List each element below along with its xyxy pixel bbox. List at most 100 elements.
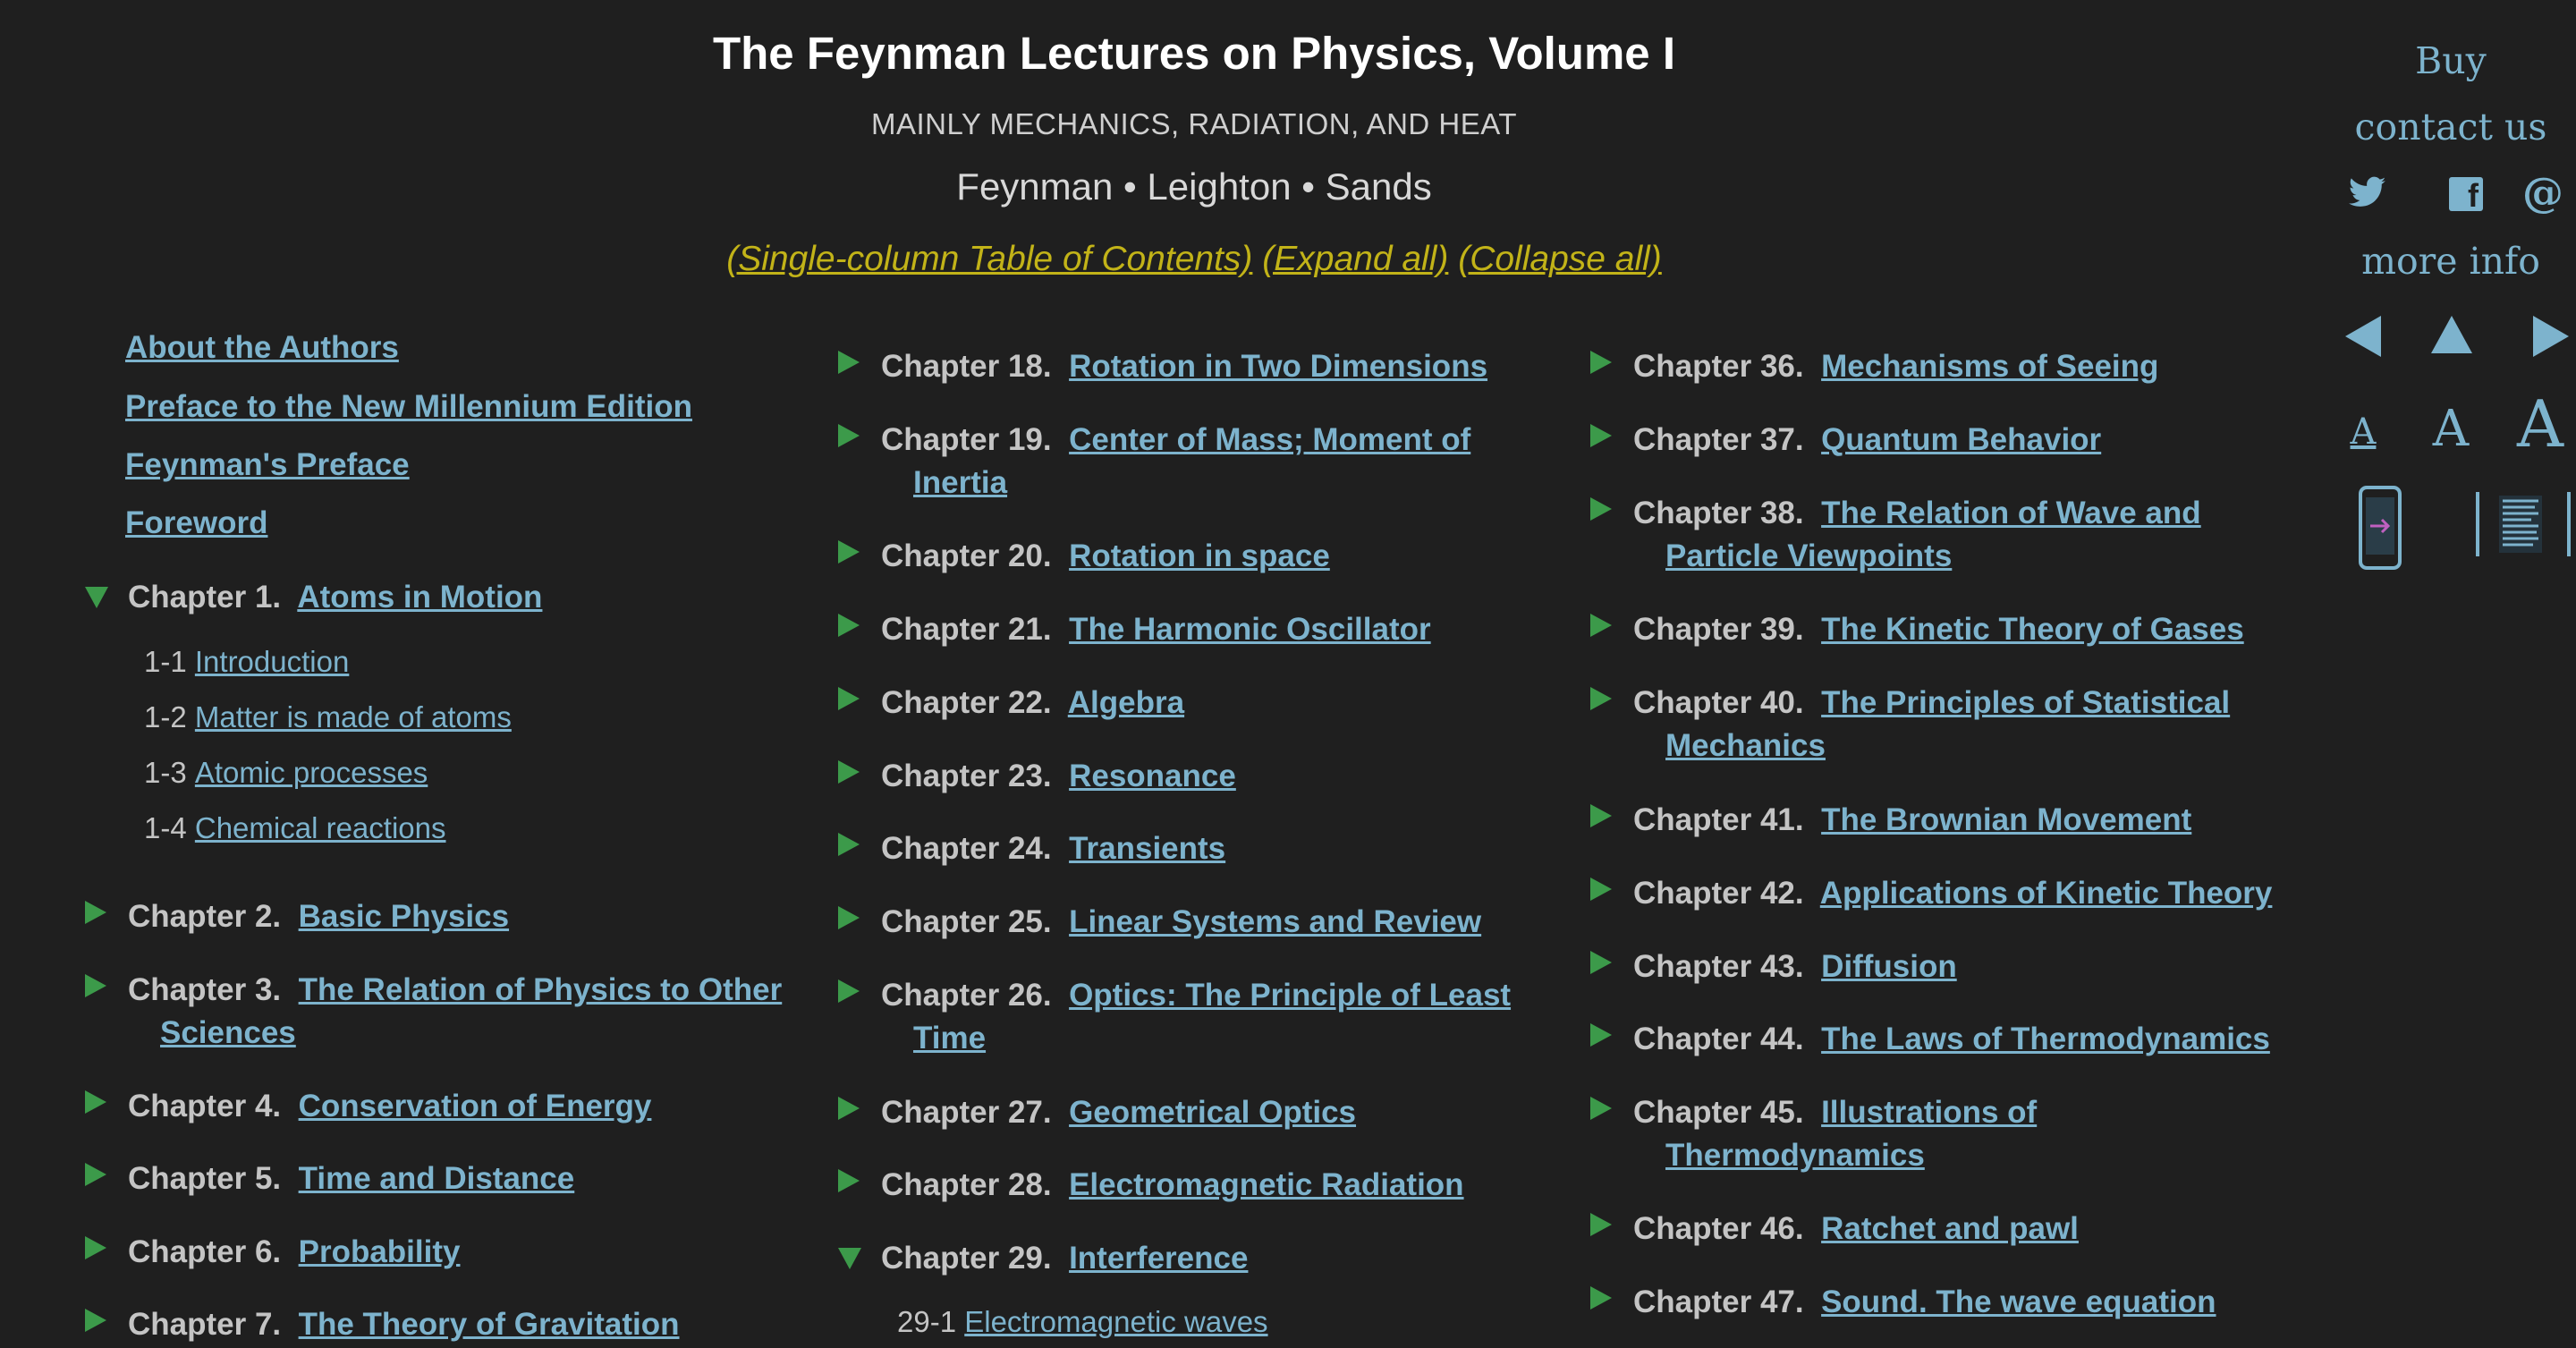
chapter-title-link[interactable]: Applications of Kinetic Theory [1820, 876, 2273, 911]
chapter-title-link[interactable]: The Laws of Thermodynamics [1821, 1022, 2270, 1056]
chapter-title-link[interactable]: Probability [299, 1234, 461, 1269]
chapter-title-link[interactable]: Transients [1069, 831, 1225, 866]
chapter-title-link[interactable]: The Relation of Physics to Other [299, 972, 783, 1007]
expand-triangle-icon[interactable] [838, 424, 860, 447]
expand-triangle-icon[interactable] [838, 1169, 860, 1192]
chapter-number: Chapter 5. [128, 1161, 282, 1196]
chapter-title-link[interactable]: The Harmonic Oscillator [1069, 612, 1431, 647]
expand-triangle-icon[interactable] [838, 351, 860, 374]
chapter-title-link[interactable]: Interference [1069, 1241, 1248, 1276]
chapter-title-link[interactable]: Ratchet and pawl [1821, 1211, 2079, 1246]
section-link[interactable]: Atomic processes [195, 756, 428, 789]
font-size-medium-button[interactable]: A [2424, 400, 2478, 458]
feynman-preface-link[interactable]: Feynman's Preface [125, 444, 410, 487]
expand-triangle-icon[interactable] [838, 540, 860, 564]
expand-triangle-icon[interactable] [1590, 687, 1612, 710]
chapter-title-link[interactable]: Basic Physics [299, 899, 509, 934]
collapse-all-link[interactable]: (Collapse all) [1458, 240, 1662, 278]
chapter-number: Chapter 29. [881, 1241, 1052, 1276]
section-link[interactable]: Electromagnetic waves [964, 1305, 1267, 1338]
chapter-title-link[interactable]: Resonance [1069, 759, 1236, 793]
desktop-view-icon[interactable] [2474, 490, 2572, 558]
expand-triangle-icon[interactable] [85, 1236, 106, 1259]
expand-triangle-icon[interactable] [1590, 497, 1612, 521]
next-arrow-icon[interactable] [2533, 316, 2569, 357]
chapter-number: Chapter 26. [881, 978, 1052, 1013]
expand-triangle-icon[interactable] [838, 906, 860, 929]
expand-triangle-icon[interactable] [838, 1097, 860, 1120]
expand-triangle-icon[interactable] [85, 901, 106, 924]
chapter-title-link[interactable]: Sound. The wave equation [1821, 1284, 2216, 1319]
chapter-title-link[interactable]: Illustrations of [1821, 1095, 2037, 1130]
chapter-title-link[interactable]: The Principles of Statistical [1821, 685, 2230, 720]
chapter-title-link-continued[interactable]: Thermodynamics [1665, 1134, 1925, 1177]
chapter-title-link-continued[interactable]: Time [913, 1017, 986, 1060]
chapter-item: Chapter 4. Conservation of Energy [85, 1085, 801, 1130]
chapter-title-link[interactable]: Center of Mass; Moment of [1069, 422, 1470, 457]
expand-triangle-icon[interactable] [1590, 877, 1612, 901]
collapse-triangle-icon[interactable] [85, 587, 108, 608]
buy-link[interactable]: Buy [2326, 39, 2576, 82]
chapter-item: Chapter 26. Optics: The Principle of Lea… [838, 974, 1554, 1064]
chapter-title-link[interactable]: Electromagnetic Radiation [1069, 1167, 1463, 1202]
chapter-title-link[interactable]: Linear Systems and Review [1069, 904, 1481, 939]
expand-triangle-icon[interactable] [1590, 804, 1612, 827]
chapter-title-link-continued[interactable]: Inertia [913, 462, 1007, 504]
expand-triangle-icon[interactable] [85, 974, 106, 997]
chapter-title-link[interactable]: The Theory of Gravitation [299, 1307, 680, 1342]
expand-triangle-icon[interactable] [1590, 1286, 1612, 1310]
chapter-title-link[interactable]: Atoms in Motion [297, 580, 542, 615]
expand-triangle-icon[interactable] [85, 1163, 106, 1186]
expand-triangle-icon[interactable] [1590, 1023, 1612, 1047]
section-link[interactable]: Matter is made of atoms [195, 700, 512, 733]
expand-triangle-icon[interactable] [1590, 1097, 1612, 1120]
chapter-title-link[interactable]: Time and Distance [299, 1161, 575, 1196]
expand-triangle-icon[interactable] [838, 833, 860, 856]
expand-triangle-icon[interactable] [838, 614, 860, 637]
about-authors-link[interactable]: About the Authors [125, 326, 399, 369]
chapter-title-link-continued[interactable]: Mechanics [1665, 725, 1826, 767]
expand-triangle-icon[interactable] [1590, 1213, 1612, 1236]
chapter-item: Chapter 37. Quantum Behavior [1590, 419, 2306, 463]
chapter-title-link[interactable]: The Brownian Movement [1821, 802, 2191, 837]
twitter-icon[interactable] [2345, 175, 2390, 215]
chapter-title-link[interactable]: The Kinetic Theory of Gases [1821, 612, 2244, 647]
expand-triangle-icon[interactable] [1590, 951, 1612, 974]
expand-triangle-icon[interactable] [838, 760, 860, 784]
expand-triangle-icon[interactable] [85, 1309, 106, 1332]
chapter-title-link[interactable]: Algebra [1068, 685, 1184, 720]
font-size-small-button[interactable]: A [2345, 411, 2381, 453]
collapse-triangle-icon[interactable] [838, 1248, 861, 1269]
chapter-title-link-continued[interactable]: Sciences [160, 1012, 296, 1055]
chapter-title-link[interactable]: Rotation in space [1069, 538, 1330, 573]
chapter-title-link[interactable]: Rotation in Two Dimensions [1069, 349, 1487, 384]
expand-triangle-icon[interactable] [1590, 351, 1612, 374]
previous-arrow-icon[interactable] [2345, 316, 2381, 357]
preface-millennium-link[interactable]: Preface to the New Millennium Edition [125, 386, 692, 428]
chapter-title-link-continued[interactable]: Particle Viewpoints [1665, 535, 1952, 578]
facebook-icon[interactable]: f [2449, 177, 2488, 216]
foreword-link[interactable]: Foreword [125, 502, 267, 545]
expand-triangle-icon[interactable] [838, 979, 860, 1003]
expand-all-link[interactable]: (Expand all) [1262, 240, 1448, 278]
expand-triangle-icon[interactable] [1590, 614, 1612, 637]
contact-link[interactable]: contact us [2326, 106, 2576, 148]
more-info-link[interactable]: more info [2326, 240, 2576, 283]
chapter-title-link[interactable]: Diffusion [1821, 949, 1957, 984]
chapter-title-link[interactable]: Mechanisms of Seeing [1821, 349, 2158, 384]
expand-triangle-icon[interactable] [1590, 424, 1612, 447]
chapter-title-link[interactable]: Optics: The Principle of Least [1069, 978, 1511, 1013]
single-column-toc-link[interactable]: (Single-column Table of Contents) [726, 240, 1252, 278]
chapter-title-link[interactable]: Quantum Behavior [1821, 422, 2101, 457]
email-icon[interactable]: @ [2512, 168, 2574, 216]
chapter-title-link[interactable]: Conservation of Energy [299, 1089, 652, 1123]
expand-triangle-icon[interactable] [85, 1090, 106, 1114]
chapter-title-link[interactable]: The Relation of Wave and [1821, 496, 2201, 530]
mobile-view-icon[interactable] [2358, 485, 2402, 571]
up-arrow-icon[interactable] [2431, 316, 2472, 353]
chapter-title-link[interactable]: Geometrical Optics [1069, 1095, 1356, 1130]
expand-triangle-icon[interactable] [838, 687, 860, 710]
section-link[interactable]: Introduction [195, 645, 349, 678]
section-link[interactable]: Chemical reactions [195, 811, 446, 844]
font-size-large-button[interactable]: A [2509, 386, 2572, 462]
